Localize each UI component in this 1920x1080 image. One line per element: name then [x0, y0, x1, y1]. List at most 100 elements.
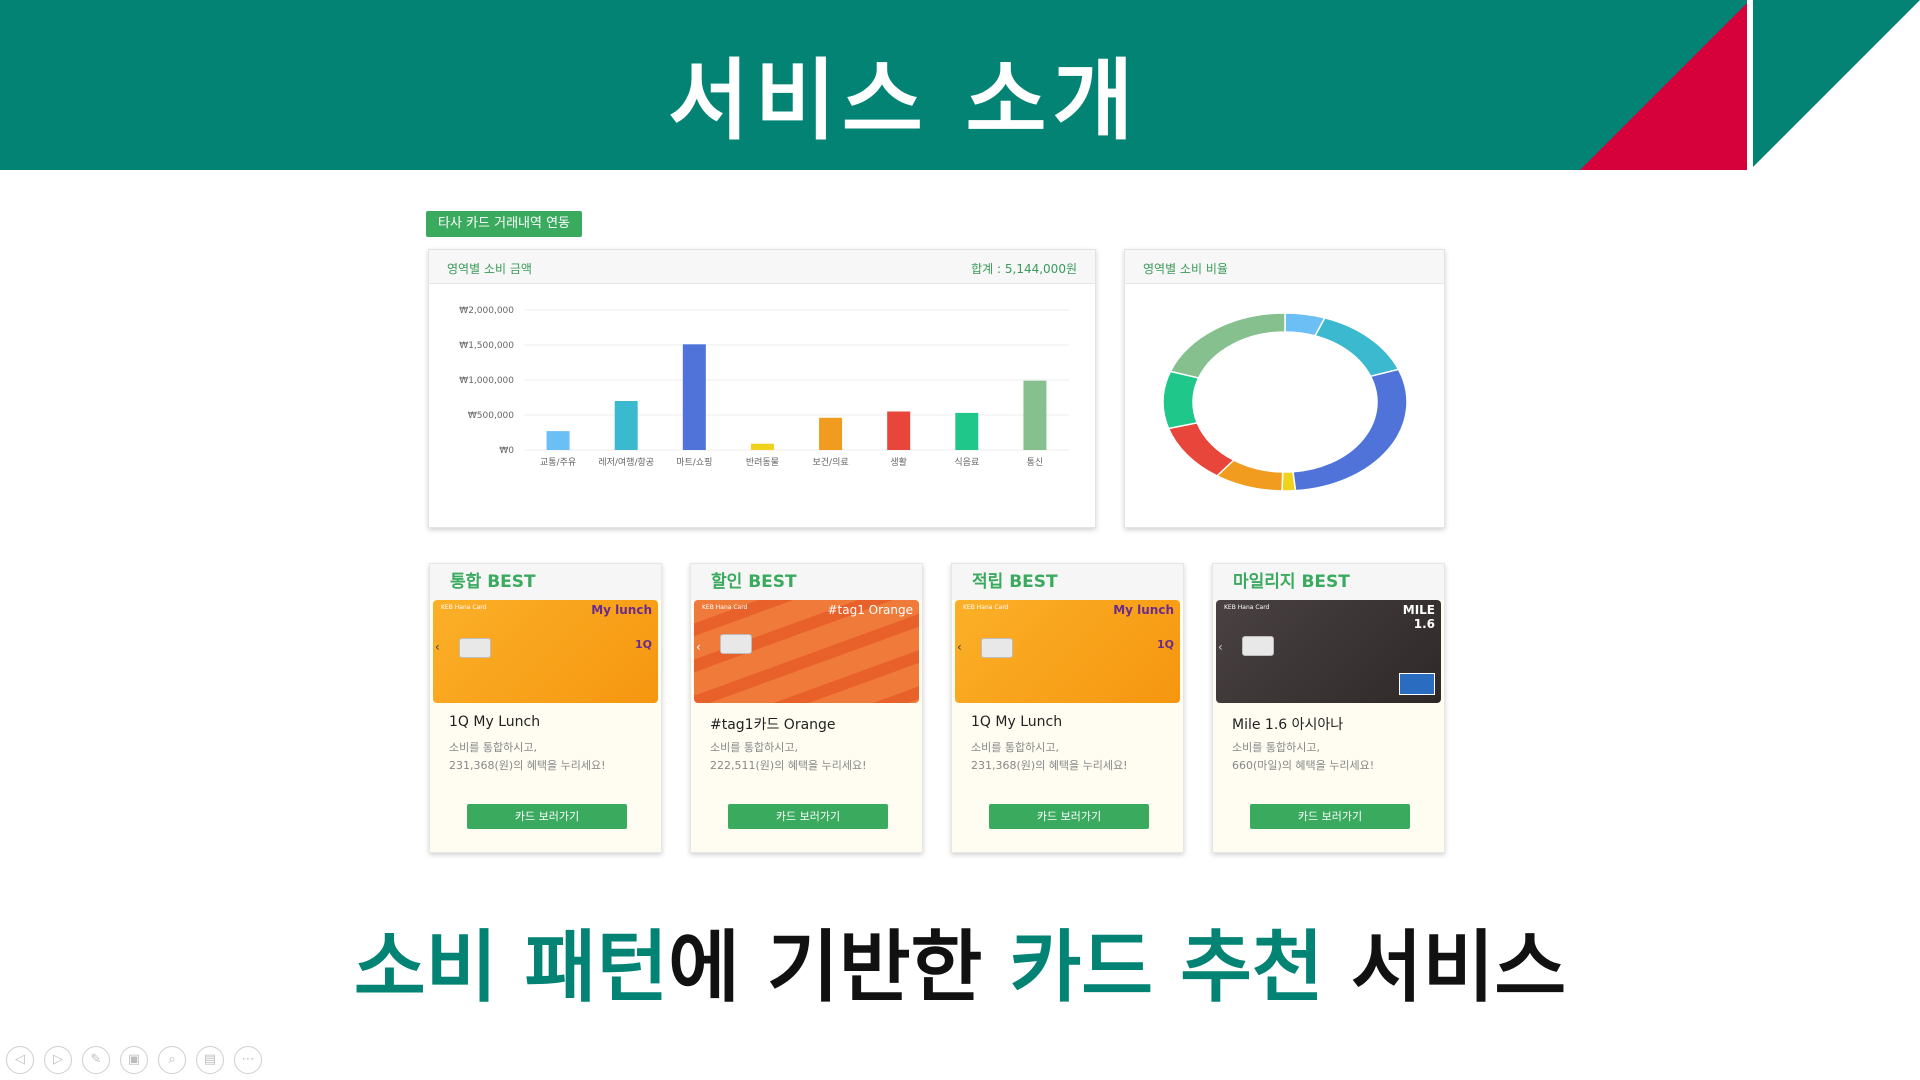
amex-logo-icon: [1399, 673, 1435, 695]
white-triangle: [1750, 0, 1920, 170]
more-icon[interactable]: ⋯: [234, 1046, 262, 1074]
header-band: 서비스 소개: [0, 0, 1920, 170]
card-name: Mile 1.6 아시아나: [1232, 717, 1344, 733]
card-logo: My lunch: [1113, 603, 1174, 617]
card-brand: KEB Hana Card: [963, 604, 1009, 611]
x-tick-label: 식음료: [954, 457, 979, 468]
view-card-button[interactable]: 카드 보러가기: [989, 804, 1149, 829]
bar-panel-title: 영역별 소비 금액: [447, 262, 532, 276]
donut-panel-title: 영역별 소비 비율: [1143, 262, 1228, 276]
card-name: #tag1카드 Orange: [710, 717, 836, 733]
bottom-headline: 소비 패턴에 기반한 카드 추천 서비스: [0, 905, 1920, 1017]
slide: 서비스 소개 타사 카드 거래내역 연동 영역별 소비 금액 합계 : 5,14…: [0, 0, 1920, 1080]
tile-points-best: 적립 BEST KEB Hana Card My lunch ‹ 1Q 1Q M…: [951, 563, 1184, 853]
card-desc: 소비를 통합하시고,: [710, 741, 798, 754]
chip-icon: [1242, 636, 1274, 656]
tile-mileage-best: 마일리지 BEST KEB Hana Card MILE 1.6 ‹ Mile …: [1212, 563, 1445, 853]
bar: [546, 431, 570, 450]
card-logo: My lunch: [591, 603, 652, 617]
x-tick-label: 생활: [890, 456, 907, 468]
chevron-left-icon: ‹: [435, 640, 440, 654]
1q-mark-icon: 1Q: [634, 638, 652, 651]
donut-chart: [1162, 312, 1408, 492]
headline-highlight-2: 카드 추천: [1009, 923, 1324, 1013]
view-card-button[interactable]: 카드 보러가기: [728, 804, 888, 829]
card-desc: 소비를 통합하시고,: [1232, 741, 1320, 754]
bar: [887, 411, 911, 450]
card-name: 1Q My Lunch: [971, 714, 1063, 730]
donut-slice: [1167, 421, 1235, 477]
bar: [955, 412, 979, 450]
donut-chart-panel: 영역별 소비 비율: [1124, 249, 1445, 528]
tile-discount-best: 할인 BEST KEB Hana Card #tag1 Orange ‹ #ta…: [690, 563, 923, 853]
bar: [750, 443, 774, 450]
x-tick-label: 보건/의료: [812, 457, 848, 468]
tile-integrated-best: 통합 BEST KEB Hana Card My lunch ‹ 1Q 1Q M…: [429, 563, 662, 853]
card-brand: KEB Hana Card: [1224, 604, 1270, 611]
next-icon[interactable]: ▷: [44, 1046, 72, 1074]
slides-icon[interactable]: ▣: [120, 1046, 148, 1074]
x-tick-label: 마트/쇼핑: [676, 457, 712, 468]
donut-slice: [1162, 370, 1200, 430]
y-tick-label: ₩0: [499, 446, 514, 456]
card-image[interactable]: KEB Hana Card My lunch ‹ 1Q: [955, 600, 1180, 703]
y-tick-label: ₩500,000: [468, 411, 514, 421]
card-benefit: 231,368(원)의 혜택을 누리세요!: [449, 759, 606, 772]
card-logo: #tag1 Orange: [827, 603, 913, 617]
card-brand: KEB Hana Card: [441, 604, 487, 611]
card-benefit: 222,511(원)의 혜택을 누리세요!: [710, 759, 867, 772]
card-image[interactable]: KEB Hana Card MILE 1.6 ‹: [1216, 600, 1441, 703]
donut-slice: [1169, 312, 1286, 379]
x-tick-label: 레저/여행/항공: [598, 456, 654, 468]
y-tick-label: ₩1,500,000: [459, 341, 514, 351]
donut-slice: [1281, 470, 1297, 492]
bar-panel-header: 영역별 소비 금액 합계 : 5,144,000원: [429, 250, 1095, 284]
bar: [819, 417, 843, 450]
tile-heading: 적립 BEST: [952, 564, 1183, 600]
tile-heading: 마일리지 BEST: [1213, 564, 1444, 600]
chip-icon: [720, 634, 752, 654]
zoom-icon[interactable]: ⌕: [158, 1046, 186, 1074]
chevron-left-icon: ‹: [1218, 640, 1223, 654]
bar-chart-panel: 영역별 소비 금액 합계 : 5,144,000원 ₩0 ₩500,000 ₩1,0…: [428, 249, 1096, 528]
bar-panel-total: 합계 : 5,144,000원: [971, 262, 1077, 276]
donut-slice: [1292, 368, 1408, 492]
prev-icon[interactable]: ◁: [6, 1046, 34, 1074]
red-triangle: [1580, 0, 1750, 170]
card-desc: 소비를 통합하시고,: [449, 741, 537, 754]
view-card-button[interactable]: 카드 보러가기: [467, 804, 627, 829]
card-benefit: 231,368(원)의 혜택을 누리세요!: [971, 759, 1128, 772]
bar: [682, 344, 706, 450]
1q-mark-icon: 1Q: [1156, 638, 1174, 651]
x-tick-label: 반려동물: [746, 457, 779, 468]
x-tick-label: 통신: [1027, 457, 1044, 468]
tile-heading: 통합 BEST: [430, 564, 661, 600]
page-title: 서비스 소개: [668, 49, 1140, 152]
chip-icon: [459, 638, 491, 658]
chevron-left-icon: ‹: [957, 640, 962, 654]
x-tick-label: 교통/주유: [540, 457, 576, 468]
card-image[interactable]: KEB Hana Card My lunch ‹ 1Q: [433, 600, 658, 703]
pen-icon[interactable]: ✎: [82, 1046, 110, 1074]
card-brand: KEB Hana Card: [702, 604, 748, 611]
view-card-button[interactable]: 카드 보러가기: [1250, 804, 1410, 829]
chevron-left-icon: ‹: [696, 640, 701, 654]
card-logo: MILE 1.6: [1402, 603, 1435, 631]
headline-text-1: 에 기반한: [668, 923, 1010, 1013]
donut-panel-header: 영역별 소비 비율: [1125, 250, 1444, 284]
headline-highlight-1: 소비 패턴: [353, 923, 669, 1013]
white-strip: [1747, 0, 1753, 170]
subtitle-icon[interactable]: ▤: [196, 1046, 224, 1074]
card-desc: 소비를 통합하시고,: [971, 741, 1059, 754]
chip-icon: [981, 638, 1013, 658]
bar-chart: ₩0 ₩500,000 ₩1,000,000 ₩1,500,000 ₩2,000,000…: [459, 306, 1069, 468]
headline-text-2: 서비스: [1323, 923, 1567, 1013]
card-benefit: 660(마일)의 혜택을 누리세요!: [1232, 759, 1375, 772]
sync-tag: 타사 카드 거래내역 연동: [426, 211, 582, 237]
bar: [1023, 380, 1047, 450]
card-name: 1Q My Lunch: [449, 714, 541, 730]
bar: [614, 401, 638, 450]
y-tick-label: ₩1,000,000: [459, 376, 514, 386]
card-image[interactable]: KEB Hana Card #tag1 Orange ‹: [694, 600, 919, 703]
y-tick-label: ₩2,000,000: [459, 306, 514, 316]
